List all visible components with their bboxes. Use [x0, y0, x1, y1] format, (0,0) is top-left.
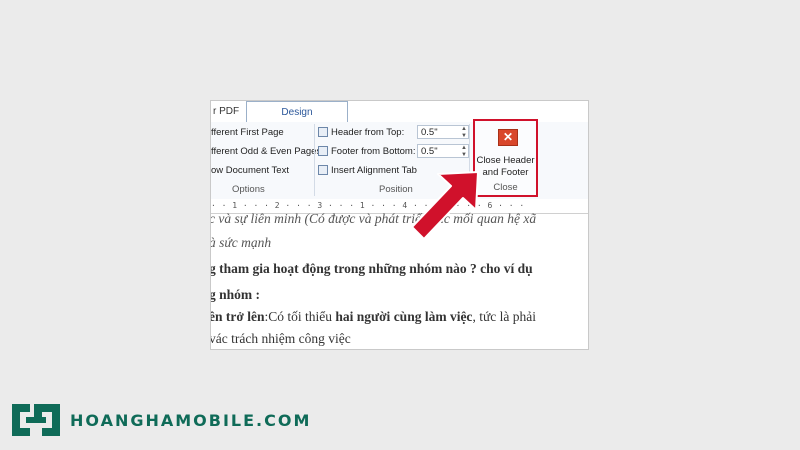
options-group-label: Options [232, 184, 265, 195]
close-group-label: Close [493, 182, 518, 193]
different-first-page-option[interactable]: fferent First Page [211, 127, 284, 138]
word-screenshot: r PDF Design fferent First Page fferent … [210, 100, 589, 350]
pointer-arrow-icon [411, 171, 479, 240]
footer-from-bottom-input[interactable]: 0.5" ▲ ▼ [417, 144, 469, 158]
brand-logo-icon [12, 404, 60, 436]
doc-text-bold: ên trở lên [210, 309, 265, 324]
doc-line: à sức mạnh [210, 235, 272, 250]
spinner-arrows-icon[interactable]: ▲ ▼ [461, 126, 467, 140]
alignment-tab-icon [318, 165, 328, 176]
brand-name: HOANGHAMOBILE.COM [70, 411, 312, 430]
document-body[interactable]: c và sự liên minh (Có được và phát triển… [210, 211, 588, 349]
position-group-label: Position [379, 184, 413, 195]
footer-from-bottom-label: Footer from Bottom: [331, 146, 416, 157]
doc-line: ên trở lên:Có tối thiểu hai người cùng l… [210, 309, 536, 325]
group-divider [314, 124, 315, 196]
header-from-top-input[interactable]: 0.5" ▲ ▼ [417, 125, 469, 139]
doc-line: g tham gia hoạt động trong những nhóm nà… [210, 261, 533, 276]
footer-position-icon [318, 146, 328, 157]
insert-alignment-tab-button[interactable]: Insert Alignment Tab [318, 165, 417, 176]
doc-line: vác trách nhiệm công việc [210, 331, 351, 346]
doc-text-bold: hai người cùng làm việc [335, 309, 473, 324]
header-from-top-label: Header from Top: [331, 127, 405, 138]
doc-line: g nhóm : [210, 287, 261, 302]
close-label-line1: Close Header [476, 155, 535, 166]
header-position-icon [318, 127, 328, 138]
insert-alignment-tab-label: Insert Alignment Tab [331, 165, 417, 176]
doc-text: , tức là phải [472, 309, 536, 324]
tab-pdf[interactable]: r PDF [213, 106, 239, 117]
close-header-footer-button[interactable]: ✕ Close Header and Footer Close [473, 119, 538, 197]
different-odd-even-option[interactable]: fferent Odd & Even Pages [211, 146, 321, 157]
close-header-footer-label: Close Header and Footer [475, 155, 536, 179]
spinner-arrows-icon[interactable]: ▲ ▼ [461, 145, 467, 159]
close-label-line2: and Footer [482, 167, 529, 178]
show-document-text-option[interactable]: ow Document Text [211, 165, 289, 176]
close-icon: ✕ [498, 129, 518, 146]
tab-design[interactable]: Design [246, 101, 348, 123]
header-from-top-row: Header from Top: [318, 127, 404, 138]
footer-from-bottom-row: Footer from Bottom: [318, 146, 415, 157]
header-from-top-value: 0.5" [421, 127, 438, 138]
doc-text: :Có tối thiểu [264, 309, 336, 324]
footer-from-bottom-value: 0.5" [421, 146, 438, 157]
doc-line: c và sự liên minh (Có được và phát triển… [210, 211, 537, 226]
